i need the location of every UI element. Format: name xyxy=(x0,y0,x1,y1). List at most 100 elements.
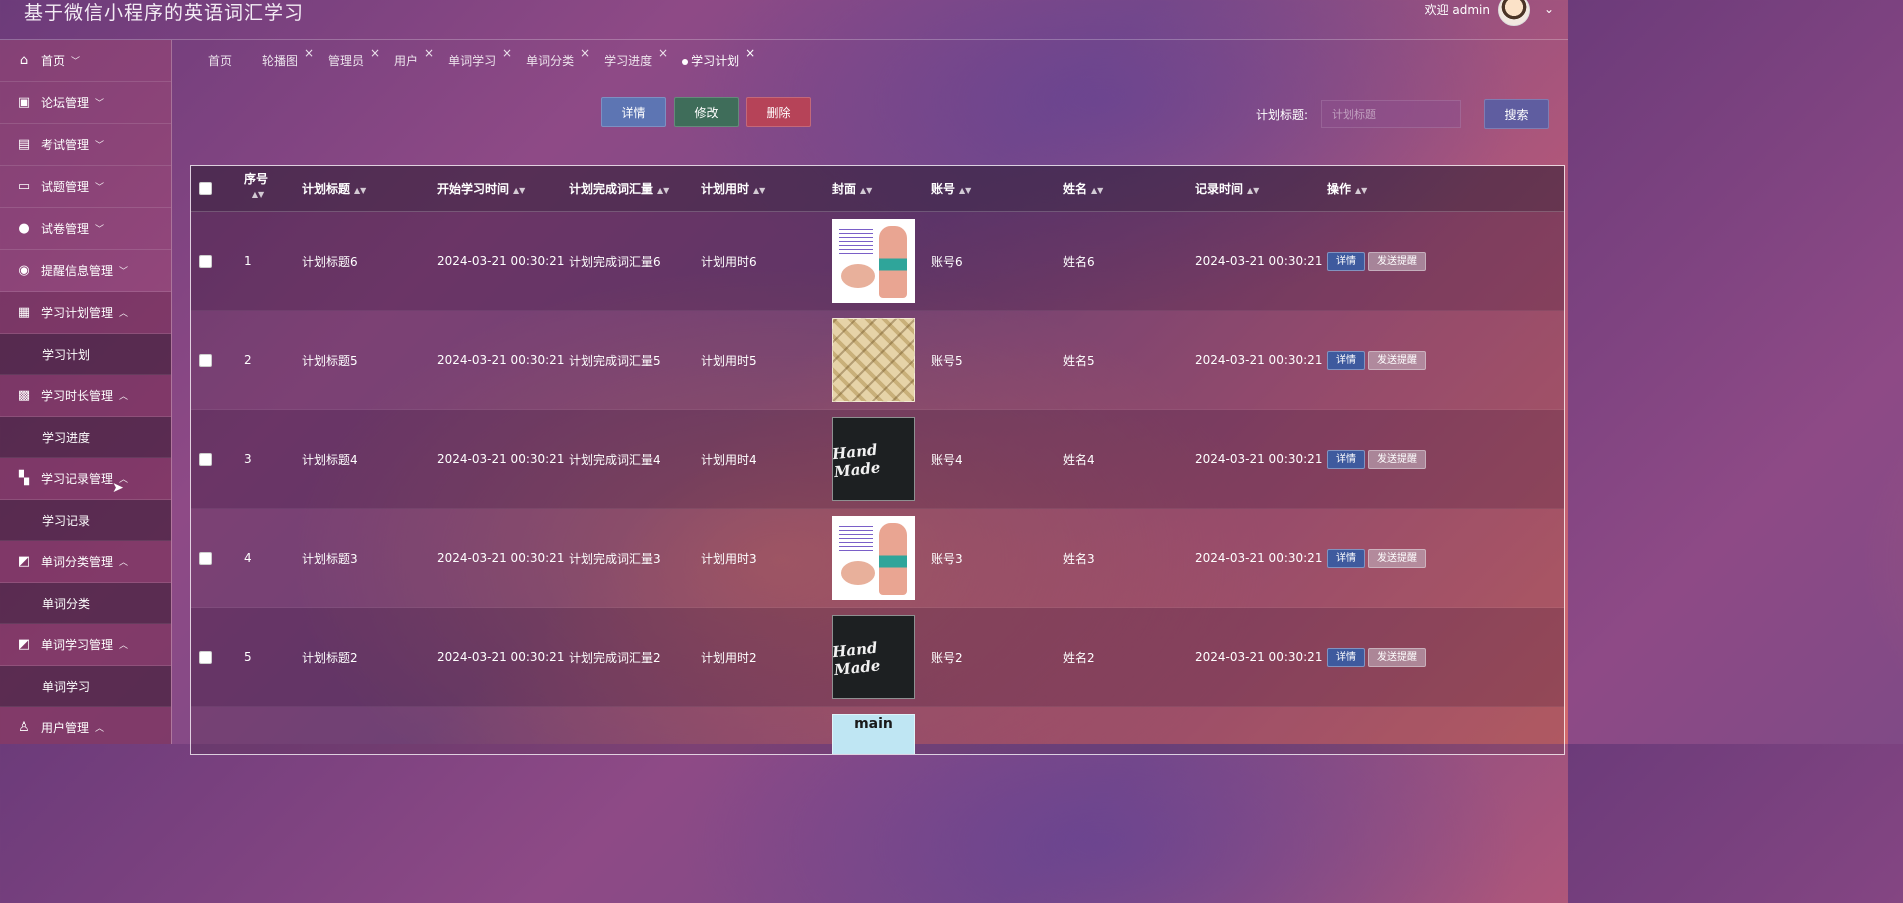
compass-icon: ◉ xyxy=(18,263,30,278)
tab-1[interactable]: 轮播图 × xyxy=(262,46,328,72)
close-icon[interactable]: × xyxy=(580,46,590,60)
avatar[interactable] xyxy=(1498,0,1530,26)
cell-account: 账号4 xyxy=(931,452,963,467)
sidebar-item-4[interactable]: ● 试卷管理 ﹀ xyxy=(0,208,171,250)
sort-icon: ▲▼ xyxy=(753,186,766,195)
chevron-down-icon: ﹀ xyxy=(95,183,105,193)
tab-label: 轮播图 xyxy=(262,54,299,68)
cover-logo-text: Hand Made xyxy=(832,638,882,680)
tab-4[interactable]: 单词学习 × xyxy=(448,46,526,72)
cover-image: Hand Made xyxy=(832,615,915,699)
close-icon[interactable]: × xyxy=(745,46,755,60)
sidebar-item-label: 提醒信息管理 xyxy=(41,264,114,278)
row-remind-button[interactable]: 发送提醒 xyxy=(1368,548,1426,568)
cell-name: 姓名3 xyxy=(1063,551,1095,566)
header-title[interactable]: 计划标题 ▲▼ xyxy=(302,180,366,197)
cover-logo-text: main xyxy=(854,716,893,732)
cell-account: 账号3 xyxy=(931,551,963,566)
sidebar-item-8[interactable]: ▚ 学习记录管理 ︿ xyxy=(0,458,171,500)
close-icon[interactable]: × xyxy=(424,46,434,60)
chevron-up-icon: ︿ xyxy=(119,558,129,568)
sidebar-item-6[interactable]: ▦ 学习计划管理 ︿ xyxy=(0,292,171,334)
header-cover-label: 封面 xyxy=(832,182,857,196)
close-icon[interactable]: × xyxy=(370,46,380,60)
cell-start: 2024-03-21 00:30:21 xyxy=(437,353,565,367)
active-dot-icon xyxy=(682,58,689,65)
sidebar-item-9[interactable]: ◩ 单词分类管理 ︿ xyxy=(0,541,171,583)
cell-title: 计划标题3 xyxy=(302,551,358,566)
tab-bar: 首页 轮播图 × 管理员 × 用户 × 单词学习 × 单词分类 × 学习进度 × 学习计划 × xyxy=(208,46,769,72)
cell-title: 计划标题6 xyxy=(302,254,358,269)
header-time[interactable]: 记录时间 ▲▼ xyxy=(1195,180,1259,197)
table-header: 序号 ▲▼ 计划标题 ▲▼ 开始学习时间 ▲▼ 计划完成词汇量 ▲▼ 计划用时 ▲▼ 封面… xyxy=(191,166,1564,212)
sidebar-item-2[interactable]: ▤ 考试管理 ﹀ xyxy=(0,124,171,166)
search-input[interactable] xyxy=(1321,100,1461,128)
tab-2[interactable]: 管理员 × xyxy=(328,46,394,72)
row-detail-button[interactable]: 详情 xyxy=(1327,548,1365,568)
tab-label: 单词学习 xyxy=(448,54,497,68)
sidebar-subitem-8[interactable]: 学习记录 xyxy=(0,500,171,541)
cover-image: main xyxy=(832,714,915,754)
sidebar-subitem-6[interactable]: 学习计划 xyxy=(0,334,171,375)
cell-words: 计划完成词汇量3 xyxy=(569,551,661,566)
detail-button[interactable]: 详情 xyxy=(601,97,666,127)
chevron-up-icon: ︿ xyxy=(119,641,129,651)
sidebar-subitem-9[interactable]: 单词分类 xyxy=(0,583,171,624)
sidebar-item-3[interactable]: ▭ 试题管理 ﹀ xyxy=(0,166,171,208)
sidebar-item-label: 首页 xyxy=(41,54,66,68)
row-checkbox[interactable] xyxy=(199,551,212,565)
sidebar-subitem-7[interactable]: 学习进度 xyxy=(0,417,171,458)
sidebar-item-7[interactable]: ▩ 学习时长管理 ︿ xyxy=(0,375,171,417)
sidebar-item-0[interactable]: ⌂ 首页 ﹀ xyxy=(0,40,171,82)
row-detail-button[interactable]: 详情 xyxy=(1327,647,1365,667)
cell-cover: Hand Made xyxy=(832,615,915,699)
sidebar-subitem-10[interactable]: 单词学习 xyxy=(0,666,171,707)
cell-time: 2024-03-21 00:30:21 xyxy=(1195,650,1323,664)
row-detail-button[interactable]: 详情 xyxy=(1327,251,1365,271)
sidebar-item-11[interactable]: ♙ 用户管理 ︿ xyxy=(0,707,171,744)
table-row: 5 计划标题2 2024-03-21 00:30:21 计划完成词汇量2 计划用时2 Ha… xyxy=(191,608,1564,707)
header-cover[interactable]: 封面 ▲▼ xyxy=(832,180,872,197)
forum-icon: ▣ xyxy=(17,95,31,110)
header-start[interactable]: 开始学习时间 ▲▼ xyxy=(437,180,525,197)
select-all-checkbox[interactable] xyxy=(199,182,212,195)
row-remind-button[interactable]: 发送提醒 xyxy=(1368,350,1426,370)
search-button[interactable]: 搜索 xyxy=(1484,99,1549,129)
tab-3[interactable]: 用户 × xyxy=(394,46,448,72)
close-icon[interactable]: × xyxy=(658,46,668,60)
close-icon[interactable]: × xyxy=(502,46,512,60)
row-checkbox[interactable] xyxy=(199,353,212,367)
row-checkbox[interactable] xyxy=(199,254,212,268)
tab-0[interactable]: 首页 xyxy=(208,52,262,72)
sidebar-item-5[interactable]: ◉ 提醒信息管理 ﹀ xyxy=(0,250,171,292)
header-op[interactable]: 操作 ▲▼ xyxy=(1327,180,1367,197)
header-words[interactable]: 计划完成词汇量 ▲▼ xyxy=(569,180,669,197)
cell-name: 姓名2 xyxy=(1063,650,1095,665)
delete-button[interactable]: 删除 xyxy=(746,97,811,127)
sidebar-item-1[interactable]: ▣ 论坛管理 ﹀ xyxy=(0,82,171,124)
row-detail-button[interactable]: 详情 xyxy=(1327,449,1365,469)
row-remind-button[interactable]: 发送提醒 xyxy=(1368,449,1426,469)
sidebar-item-label: 考试管理 xyxy=(41,138,90,152)
cell-name: 姓名5 xyxy=(1063,353,1095,368)
cell-time: 2024-03-21 00:30:21 xyxy=(1195,353,1323,367)
sidebar-item-10[interactable]: ◩ 单词学习管理 ︿ xyxy=(0,624,171,666)
row-remind-button[interactable]: 发送提醒 xyxy=(1368,647,1426,667)
row-checkbox[interactable] xyxy=(199,452,212,466)
header-account[interactable]: 账号 ▲▼ xyxy=(931,180,971,197)
row-detail-button[interactable]: 详情 xyxy=(1327,350,1365,370)
chevron-down-icon[interactable]: ⌄ xyxy=(1544,2,1554,16)
row-remind-button[interactable]: 发送提醒 xyxy=(1368,251,1426,271)
row-checkbox[interactable] xyxy=(199,650,212,664)
tab-5[interactable]: 单词分类 × xyxy=(526,46,604,72)
chevron-up-icon: ︿ xyxy=(119,309,129,319)
close-icon[interactable]: × xyxy=(304,46,314,60)
tab-7[interactable]: 学习计划 × xyxy=(682,46,769,72)
header-name-label: 姓名 xyxy=(1063,182,1088,196)
edit-button[interactable]: 修改 xyxy=(674,97,739,127)
header-hours[interactable]: 计划用时 ▲▼ xyxy=(701,180,765,197)
tab-6[interactable]: 学习进度 × xyxy=(604,46,682,72)
header-seq[interactable]: 序号 ▲▼ xyxy=(244,172,268,202)
header-name[interactable]: 姓名 ▲▼ xyxy=(1063,180,1103,197)
cell-op: 详情 发送提醒 xyxy=(1327,350,1426,370)
